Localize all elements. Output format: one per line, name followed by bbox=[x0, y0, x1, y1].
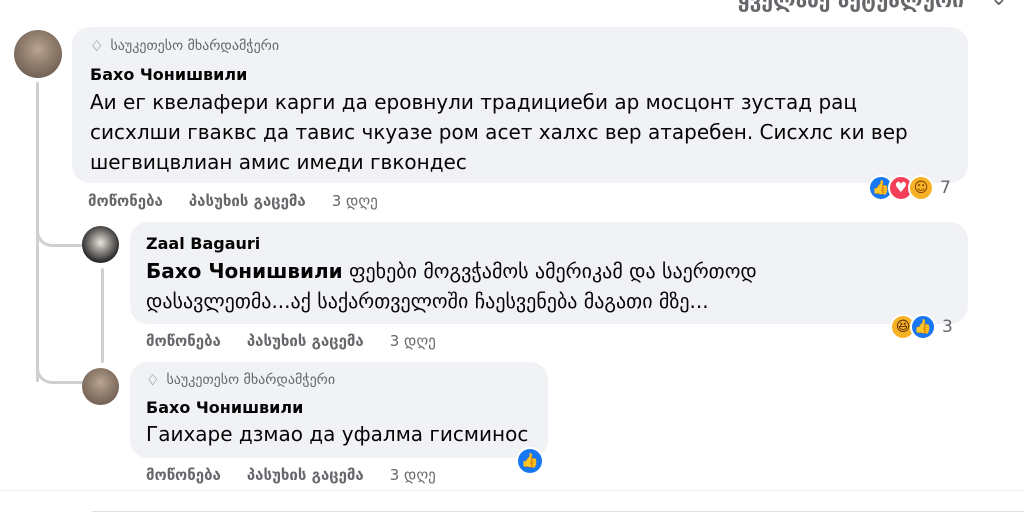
diamond-icon: ♢ bbox=[90, 36, 104, 55]
comment-author[interactable]: Бахо Чонишвили bbox=[90, 65, 247, 84]
comment-actions: მოწონება პასუხის გაცემა 3 დღე bbox=[146, 466, 436, 484]
divider bbox=[92, 511, 1024, 512]
comment-author[interactable]: Бахо Чонишвили bbox=[146, 398, 303, 417]
comment-actions: მოწონება პასუხის გაცემა 3 დღე bbox=[146, 332, 436, 350]
chevron-down-icon[interactable]: ⌄ bbox=[990, 0, 1008, 11]
badge-label: საუკეთესო მხარდამჭერი bbox=[110, 38, 280, 54]
comment-text: Аи ег квелафери карги да еровнули традиц… bbox=[90, 90, 908, 174]
avatar[interactable] bbox=[82, 368, 119, 405]
comment-actions: მოწონება პასუხის გაცემა 3 დღე bbox=[88, 192, 378, 210]
like-link[interactable]: მოწონება bbox=[146, 332, 221, 350]
reply-link[interactable]: პასუხის გაცემა bbox=[189, 192, 306, 210]
like-reaction-icon: 👍 bbox=[516, 447, 544, 475]
timestamp[interactable]: 3 დღე bbox=[390, 466, 436, 484]
comment-bubble: ♢ საუკეთესო მხარდამჭერი Бахо Чонишвили Г… bbox=[130, 362, 548, 458]
comment-author[interactable]: Zaal Bagauri bbox=[146, 234, 260, 253]
mention-link[interactable]: Бахо Чонишвили bbox=[146, 259, 343, 283]
avatar[interactable] bbox=[14, 30, 62, 78]
reply-link[interactable]: პასუხის გაცემა bbox=[247, 332, 364, 350]
timestamp[interactable]: 3 დღე bbox=[390, 332, 436, 350]
divider bbox=[0, 490, 1024, 491]
thread-line bbox=[101, 268, 104, 363]
reaction-summary[interactable]: 😆 👍 3 bbox=[890, 314, 953, 340]
badge-label: საუკეთესო მხარდამჭერი bbox=[166, 372, 336, 388]
comment-text: Гаихаре дзмао да уфалма гисминос bbox=[146, 422, 529, 446]
reaction-summary[interactable]: 👍 ♥ ☺ 7 bbox=[868, 175, 951, 201]
thread-connector bbox=[36, 210, 83, 247]
like-link[interactable]: მოწონება bbox=[88, 192, 163, 210]
top-fan-badge: ♢ საუკეთესო მხარდამჭერი bbox=[90, 38, 279, 54]
reaction-count: 3 bbox=[942, 317, 953, 337]
comment-text: Бахо Чонишвили ფეხები მოგვჭამოს ამერიკამ… bbox=[146, 259, 757, 313]
sort-dropdown[interactable]: ყველაზე აქტუალური bbox=[738, 0, 964, 12]
thread-connector bbox=[36, 345, 83, 384]
reaction-summary[interactable]: 👍 bbox=[516, 447, 544, 475]
diamond-icon: ♢ bbox=[146, 370, 160, 389]
like-link[interactable]: მოწონება bbox=[146, 466, 221, 484]
comment-bubble: Zaal Bagauri Бахо Чонишвили ფეხები მოგვჭ… bbox=[130, 222, 968, 324]
reply-link[interactable]: პასუხის გაცემა bbox=[247, 466, 364, 484]
top-fan-badge: ♢ საუკეთესო მხარდამჭერი bbox=[146, 372, 335, 388]
timestamp[interactable]: 3 დღე bbox=[332, 192, 378, 210]
care-reaction-icon: ☺ bbox=[908, 175, 934, 201]
like-reaction-icon: 👍 bbox=[910, 314, 936, 340]
reaction-count: 7 bbox=[940, 178, 951, 198]
avatar[interactable] bbox=[82, 226, 119, 263]
comment-bubble: ♢ საუკეთესო მხარდამჭერი Бахо Чонишвили А… bbox=[72, 27, 968, 183]
